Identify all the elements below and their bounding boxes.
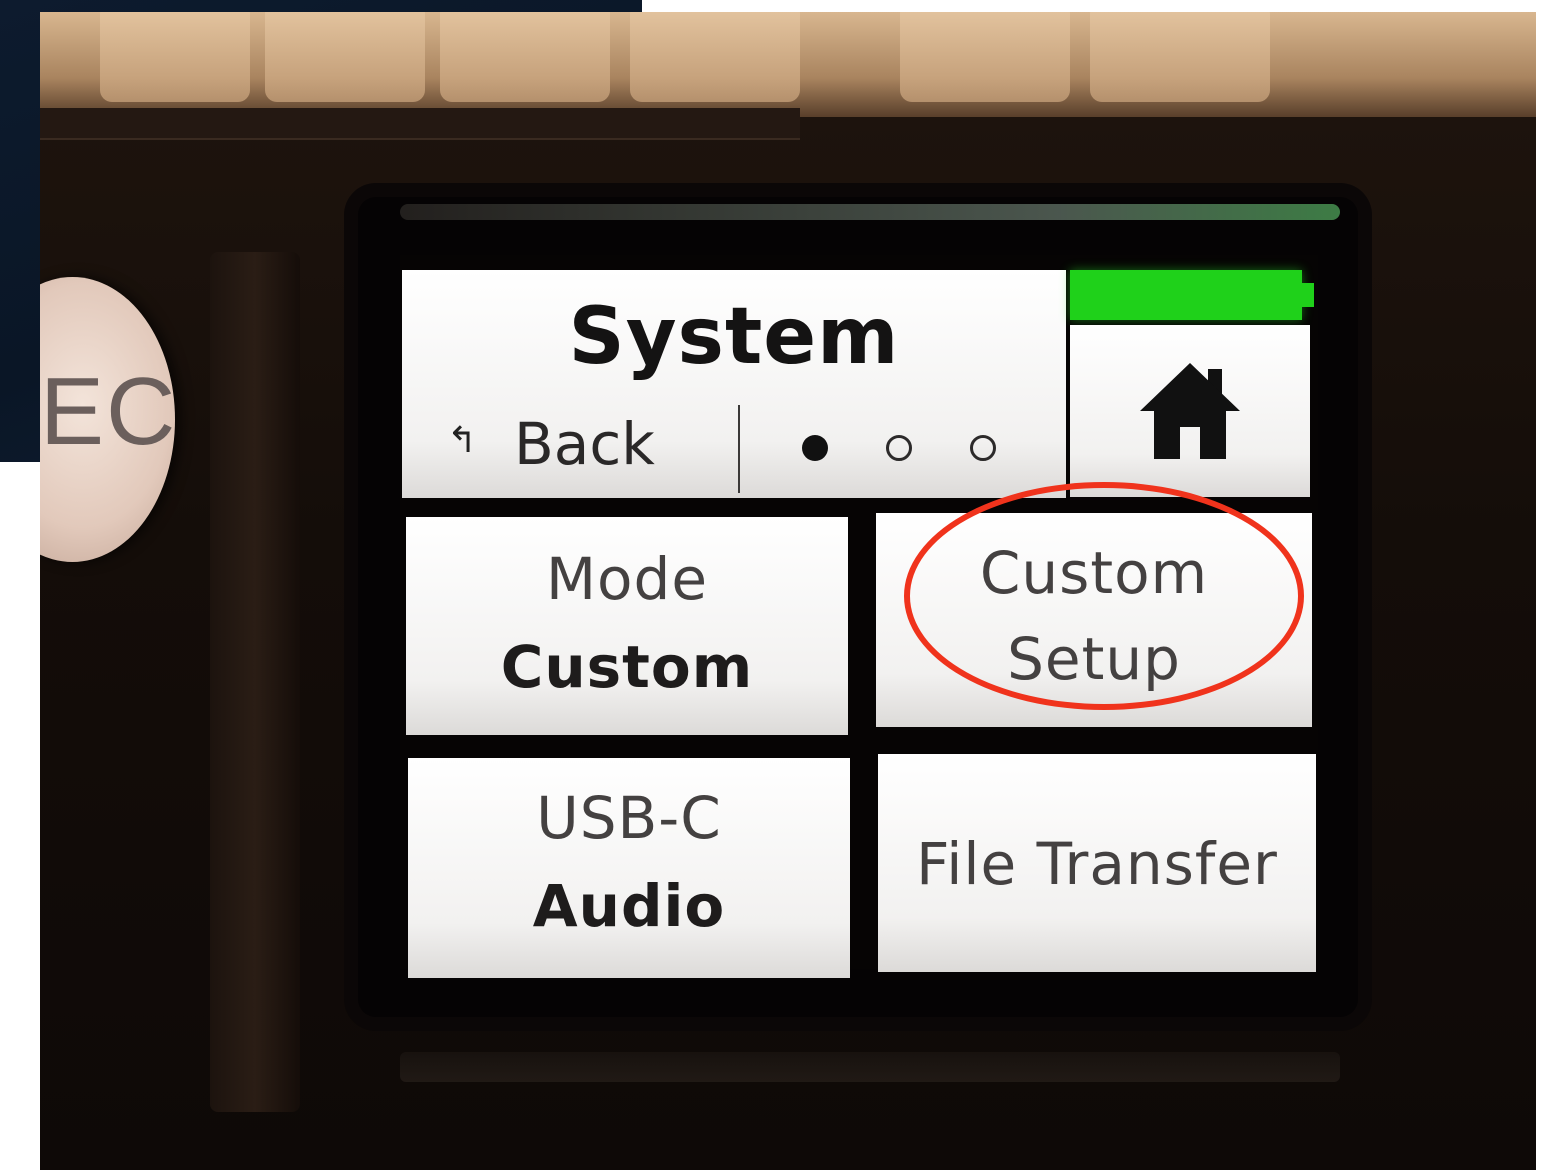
page-indicator xyxy=(802,435,1012,465)
file-transfer-tile[interactable]: File Transfer xyxy=(878,754,1316,972)
usb-c-tile-value: Audio xyxy=(532,872,726,940)
battery-terminal xyxy=(1302,283,1314,307)
bezel-reflection xyxy=(400,204,1340,220)
battery-indicator xyxy=(1070,270,1302,320)
mode-tile[interactable]: Mode Custom xyxy=(406,517,848,735)
home-icon xyxy=(1140,363,1240,459)
keyboard-key xyxy=(100,12,250,102)
mode-tile-label: Mode xyxy=(545,545,709,613)
back-button[interactable]: ↰ Back xyxy=(402,400,738,498)
back-arrow-icon: ↰ xyxy=(447,420,478,461)
page-dot-active xyxy=(802,435,828,461)
device-slot xyxy=(210,252,300,1112)
custom-setup-label-line1: Custom xyxy=(979,539,1209,607)
custom-setup-label-line2: Setup xyxy=(1007,625,1181,693)
header-divider xyxy=(738,405,740,493)
record-button-label: EC xyxy=(40,358,175,465)
page-title: System xyxy=(568,292,900,382)
mode-tile-value: Custom xyxy=(500,633,754,701)
usb-c-tile-label: USB-C xyxy=(536,784,722,852)
keyboard-key xyxy=(900,12,1070,102)
home-button[interactable] xyxy=(1070,325,1310,497)
device-edge xyxy=(40,108,800,140)
usb-c-tile[interactable]: USB-C Audio xyxy=(408,758,850,978)
file-transfer-label: File Transfer xyxy=(916,830,1278,898)
keyboard-key xyxy=(1090,12,1270,102)
back-button-label: Back xyxy=(514,410,655,478)
page-dot xyxy=(970,435,996,461)
keyboard-key xyxy=(265,12,425,102)
device-photo: EC System ↰ Back Mode Custom Custom Setu… xyxy=(40,12,1536,1170)
touch-screen: System ↰ Back Mode Custom Custom Setup U… xyxy=(400,255,1318,978)
bezel-reflection xyxy=(400,1052,1340,1082)
header-tile: System ↰ Back xyxy=(402,270,1066,498)
keyboard-key xyxy=(440,12,610,102)
keyboard-key xyxy=(630,12,800,102)
screenshot-canvas: EC System ↰ Back Mode Custom Custom Setu… xyxy=(0,0,1558,1170)
page-dot xyxy=(886,435,912,461)
custom-setup-tile[interactable]: Custom Setup xyxy=(876,513,1312,727)
